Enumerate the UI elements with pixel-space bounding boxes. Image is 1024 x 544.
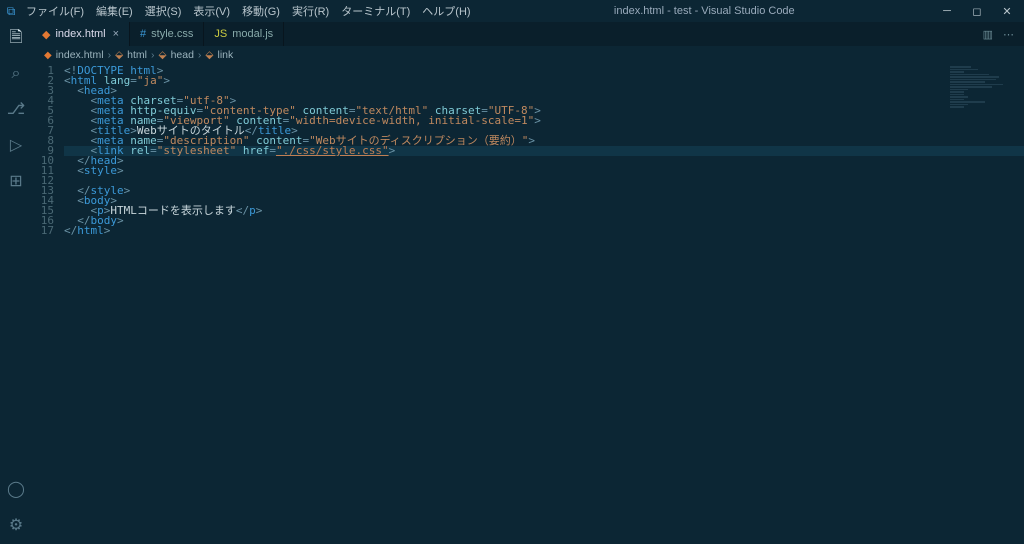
css-file-icon: #: [140, 28, 146, 40]
code-editor[interactable]: 1234567891011121314151617 <!DOCTYPE html…: [32, 64, 1024, 544]
menu-go[interactable]: 移動(G): [236, 1, 286, 21]
element-icon: ⬙: [205, 49, 213, 61]
code-content[interactable]: <!DOCTYPE html> <html lang="ja"> <head> …: [64, 64, 1024, 544]
split-editor-icon[interactable]: ▥: [983, 28, 993, 41]
menu-terminal[interactable]: ターミナル(T): [335, 1, 416, 21]
breadcrumb-item[interactable]: head: [171, 49, 194, 61]
breadcrumb-item[interactable]: html: [127, 49, 147, 61]
menu-selection[interactable]: 選択(S): [139, 1, 188, 21]
tab-style-css[interactable]: # style.css: [130, 22, 204, 46]
more-actions-icon[interactable]: ⋯: [1003, 28, 1014, 41]
line-numbers: 1234567891011121314151617: [32, 64, 64, 544]
chevron-right-icon: ›: [108, 49, 112, 61]
menu-help[interactable]: ヘルプ(H): [416, 1, 476, 21]
extensions-icon[interactable]: ⊞: [6, 172, 26, 192]
account-icon[interactable]: ◯: [6, 480, 26, 500]
minimize-button[interactable]: ─: [932, 5, 962, 18]
minimap[interactable]: [950, 66, 1020, 96]
html-file-icon: ◆: [42, 28, 50, 41]
close-button[interactable]: ✕: [992, 5, 1022, 18]
chevron-right-icon: ›: [198, 49, 202, 61]
menu-edit[interactable]: 編集(E): [90, 1, 139, 21]
breadcrumb-item[interactable]: index.html: [56, 49, 104, 61]
maximize-button[interactable]: ◻: [962, 5, 992, 18]
element-icon: ⬙: [115, 49, 123, 61]
window-controls: ─ ◻ ✕: [932, 5, 1022, 18]
tab-label: index.html: [55, 28, 105, 40]
editor-tabs: ◆ index.html × # style.css JS modal.js ▥…: [32, 22, 1024, 46]
tab-modal-js[interactable]: JS modal.js: [204, 22, 284, 46]
menu-bar: ファイル(F) 編集(E) 選択(S) 表示(V) 移動(G) 実行(R) ター…: [20, 1, 477, 21]
element-icon: ⬙: [158, 49, 166, 61]
window-title: index.html - test - Visual Studio Code: [477, 5, 932, 17]
run-icon[interactable]: ▷: [6, 136, 26, 156]
tab-index-html[interactable]: ◆ index.html ×: [32, 22, 130, 46]
close-icon[interactable]: ×: [113, 28, 119, 40]
search-icon[interactable]: ⌕: [6, 64, 26, 84]
tab-label: style.css: [151, 28, 193, 40]
source-control-icon[interactable]: ⎇: [6, 100, 26, 120]
gear-icon[interactable]: ⚙: [6, 516, 26, 536]
activity-bar: 🗎 ⌕ ⎇ ▷ ⊞ ◯ ⚙: [0, 22, 32, 544]
html-file-icon: ◆: [44, 50, 52, 61]
tab-label: modal.js: [232, 28, 273, 40]
menu-file[interactable]: ファイル(F): [20, 1, 90, 21]
js-file-icon: JS: [214, 28, 227, 40]
vscode-logo-icon: ⧉: [2, 4, 20, 19]
menu-view[interactable]: 表示(V): [187, 1, 236, 21]
breadcrumb-item[interactable]: link: [218, 49, 234, 61]
breadcrumbs[interactable]: ◆ index.html › ⬙ html › ⬙ head › ⬙ link: [32, 46, 1024, 64]
chevron-right-icon: ›: [151, 49, 155, 61]
menu-run[interactable]: 実行(R): [286, 1, 335, 21]
title-bar: ⧉ ファイル(F) 編集(E) 選択(S) 表示(V) 移動(G) 実行(R) …: [0, 0, 1024, 22]
files-icon[interactable]: 🗎: [6, 28, 26, 48]
